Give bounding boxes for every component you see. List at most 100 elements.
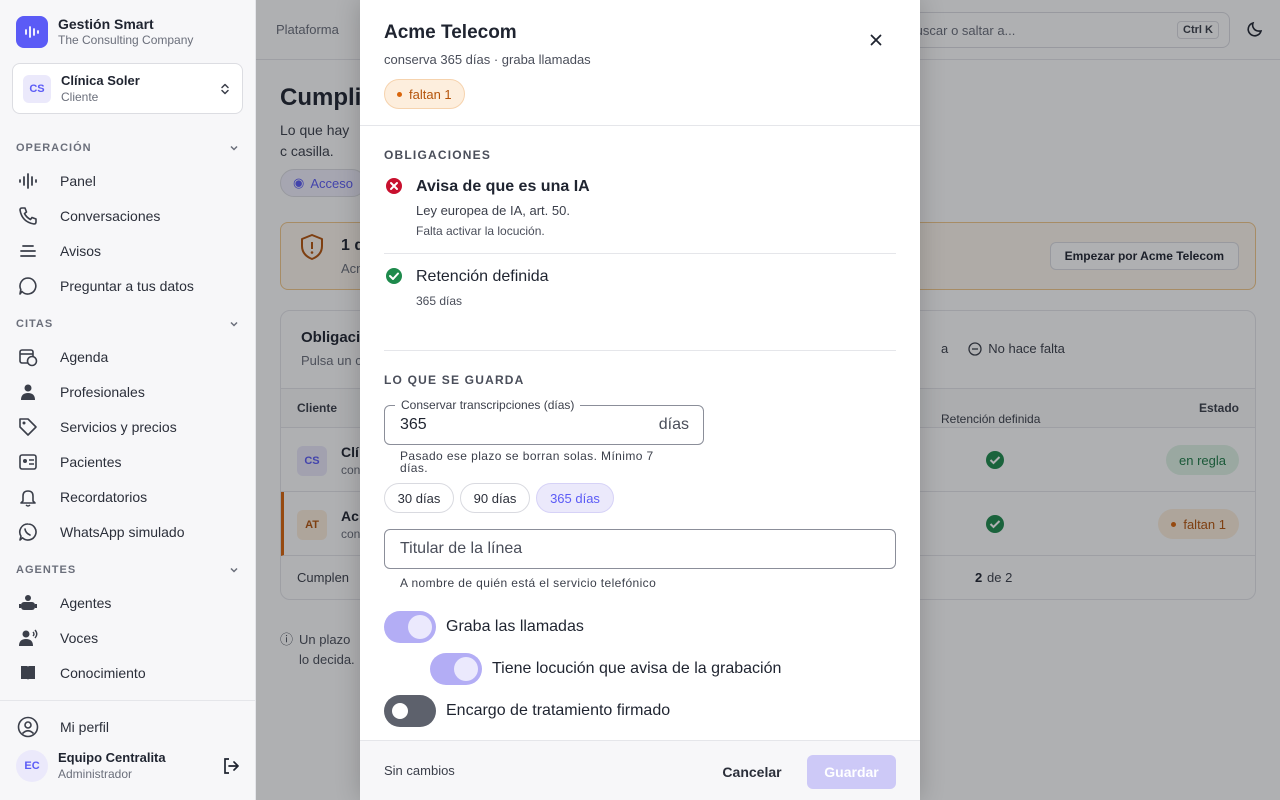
client-switcher[interactable]: CS Clínica Soler Cliente bbox=[12, 63, 243, 114]
dialog-title: Acme Telecom bbox=[384, 22, 517, 43]
tag-icon bbox=[16, 415, 40, 439]
record-calls-toggle[interactable] bbox=[384, 611, 436, 643]
close-button[interactable] bbox=[860, 26, 892, 54]
divider bbox=[384, 350, 896, 351]
sidebar-item-label: Conversaciones bbox=[60, 208, 161, 224]
user-circle-icon bbox=[16, 715, 40, 739]
brand-title: Gestión Smart bbox=[58, 16, 154, 32]
section-agentes[interactable]: AGENTES bbox=[16, 564, 240, 576]
retention-days-input[interactable]: Conservar transcripciones (días) 365 día… bbox=[384, 398, 704, 445]
sidebar-item-label: Panel bbox=[60, 173, 96, 189]
phone-icon bbox=[16, 204, 40, 228]
retention-days-help: Pasado ese plazo se borran solas. Mínimo… bbox=[400, 449, 654, 475]
status-badge: faltan 1 bbox=[384, 79, 465, 109]
sidebar-item-profesionales[interactable]: Profesionales bbox=[16, 377, 240, 407]
dialog-header: Acme Telecom conserva 365 días · graba l… bbox=[360, 0, 920, 126]
obligation-retention: Retención definida 365 días bbox=[384, 268, 896, 318]
sidebar: Gestión Smart The Consulting Company CS … bbox=[0, 0, 256, 800]
section-label: AGENTES bbox=[16, 564, 77, 576]
sidebar-item-pacientes[interactable]: Pacientes bbox=[16, 447, 240, 477]
sidebar-item-preguntar[interactable]: Preguntar a tus datos bbox=[16, 271, 240, 301]
chevron-down-icon bbox=[230, 145, 238, 151]
sidebar-item-recordatorios[interactable]: Recordatorios bbox=[16, 482, 240, 512]
divider bbox=[384, 253, 896, 254]
preset-30-days[interactable]: 30 días bbox=[384, 483, 454, 513]
client-detail-dialog: Acme Telecom conserva 365 días · graba l… bbox=[360, 0, 920, 800]
save-status: Sin cambios bbox=[384, 763, 455, 778]
sidebar-item-label: Agenda bbox=[60, 349, 109, 365]
user-name: Equipo Centralita bbox=[58, 750, 166, 765]
client-name: Clínica Soler bbox=[61, 72, 140, 88]
storage-section-title: LO QUE SE GUARDA bbox=[384, 373, 525, 387]
sidebar-item-conocimiento[interactable]: Conocimiento bbox=[16, 658, 240, 688]
sidebar-item-panel[interactable]: Panel bbox=[16, 166, 240, 196]
processing-agreement-toggle[interactable] bbox=[384, 695, 436, 727]
section-label: OPERACIÓN bbox=[16, 142, 92, 154]
robot-icon bbox=[16, 591, 40, 615]
close-icon bbox=[870, 34, 882, 46]
check-circle-icon bbox=[386, 268, 402, 284]
dialog-subtitle: conserva 365 días · graba llamadas bbox=[384, 52, 591, 67]
sidebar-item-conversaciones[interactable]: Conversaciones bbox=[16, 201, 240, 231]
cancel-button[interactable]: Cancelar bbox=[710, 755, 794, 789]
line-holder-input[interactable]: Titular de la línea bbox=[384, 529, 896, 569]
profile-link[interactable]: Mi perfil bbox=[16, 712, 240, 742]
list-icon bbox=[16, 239, 40, 263]
sidebar-item-servicios[interactable]: Servicios y precios bbox=[16, 412, 240, 442]
toggle-knob bbox=[454, 657, 478, 681]
id-card-icon bbox=[16, 450, 40, 474]
sidebar-item-avisos[interactable]: Avisos bbox=[16, 236, 240, 266]
brand-logo-icon bbox=[16, 16, 48, 48]
obligation-hint: Falta activar la locución. bbox=[416, 224, 545, 238]
waveform-icon bbox=[16, 169, 40, 193]
sidebar-item-label: Recordatorios bbox=[60, 489, 148, 505]
section-operacion[interactable]: OPERACIÓN bbox=[16, 142, 240, 154]
person-icon bbox=[16, 380, 40, 404]
sidebar-item-label: Voces bbox=[60, 630, 99, 646]
section-label: CITAS bbox=[16, 318, 54, 330]
obligation-title: Retención definida bbox=[416, 268, 549, 285]
line-holder-help: A nombre de quién está el servicio telef… bbox=[400, 576, 657, 590]
toggle-knob bbox=[408, 615, 432, 639]
brand-subtitle: The Consulting Company bbox=[58, 33, 194, 47]
sidebar-item-whatsapp[interactable]: WhatsApp simulado bbox=[16, 517, 240, 547]
save-button[interactable]: Guardar bbox=[807, 755, 896, 789]
sidebar-item-agentes[interactable]: Agentes bbox=[16, 588, 240, 618]
sidebar-item-agenda[interactable]: Agenda bbox=[16, 342, 240, 372]
sidebar-item-label: Preguntar a tus datos bbox=[60, 278, 194, 294]
error-circle-icon bbox=[386, 178, 402, 194]
retention-days-value: 365 bbox=[400, 416, 427, 433]
logout-icon[interactable] bbox=[222, 757, 240, 775]
current-user: EC Equipo Centralita Administrador bbox=[16, 750, 240, 782]
client-role: Cliente bbox=[61, 89, 99, 104]
calendar-clock-icon bbox=[16, 345, 40, 369]
status-badge-label: faltan 1 bbox=[409, 86, 452, 102]
sidebar-item-label: Agentes bbox=[60, 595, 112, 611]
section-citas[interactable]: CITAS bbox=[16, 318, 240, 330]
sidebar-item-label: Profesionales bbox=[60, 384, 145, 400]
sidebar-item-label: WhatsApp simulado bbox=[60, 524, 185, 540]
recording-notice-toggle[interactable] bbox=[430, 653, 482, 685]
sidebar-item-label: Pacientes bbox=[60, 454, 122, 470]
chevron-down-icon bbox=[230, 567, 238, 573]
sidebar-item-label: Conocimiento bbox=[60, 665, 146, 681]
preset-365-days[interactable]: 365 días bbox=[536, 483, 614, 513]
retention-days-label: Conservar transcripciones (días) bbox=[395, 398, 581, 412]
whatsapp-icon bbox=[16, 520, 40, 544]
toggle-knob bbox=[392, 703, 408, 719]
preset-90-days[interactable]: 90 días bbox=[460, 483, 530, 513]
obligation-sub: 365 días bbox=[416, 294, 463, 308]
obligation-sub: Ley europea de IA, art. 50. bbox=[416, 203, 570, 218]
recording-notice-label: Tiene locución que avisa de la grabación bbox=[492, 660, 782, 677]
line-holder-placeholder: Titular de la línea bbox=[400, 540, 523, 557]
sidebar-item-voces[interactable]: Voces bbox=[16, 623, 240, 653]
chat-icon bbox=[16, 274, 40, 298]
user-avatar: EC bbox=[16, 750, 48, 782]
obligation-title: Avisa de que es una IA bbox=[416, 178, 590, 195]
brand[interactable]: Gestión Smart The Consulting Company bbox=[16, 16, 193, 48]
chevron-down-icon bbox=[230, 321, 238, 327]
voice-icon bbox=[16, 626, 40, 650]
sidebar-item-label: Servicios y precios bbox=[60, 419, 177, 435]
dialog-footer: Sin cambios Cancelar Guardar bbox=[360, 740, 920, 800]
profile-link-label: Mi perfil bbox=[60, 719, 110, 735]
